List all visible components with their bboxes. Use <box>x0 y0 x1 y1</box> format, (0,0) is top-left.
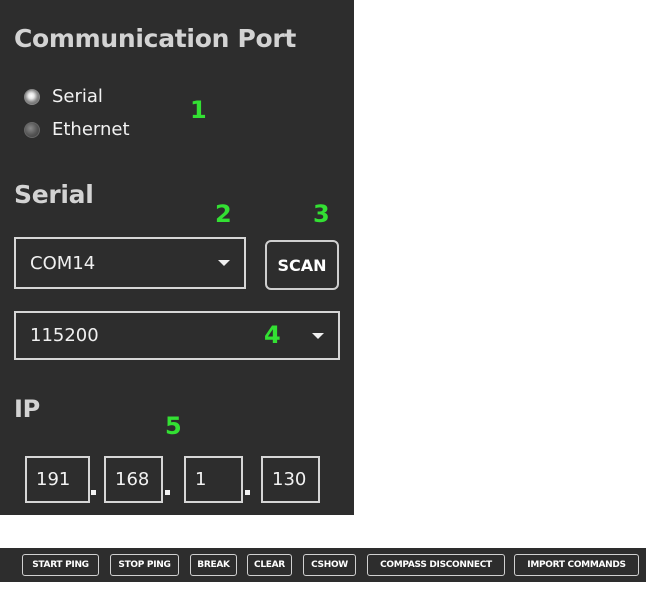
clear-button[interactable]: CLEAR <box>247 554 292 576</box>
ip-separator-dot <box>245 490 250 495</box>
ip-octet-1-input[interactable]: 191 <box>25 456 90 503</box>
compass-disconnect-button[interactable]: COMPASS DISCONNECT <box>367 554 505 576</box>
com-port-value: COM14 <box>30 252 96 274</box>
radio-checked-icon[interactable] <box>24 88 40 105</box>
radio-ethernet[interactable]: Ethernet <box>24 119 130 140</box>
radio-serial-label[interactable]: Serial <box>52 86 103 107</box>
marker-2: 2 <box>215 200 232 228</box>
radio-unchecked-icon[interactable] <box>24 121 40 138</box>
ip-octet-4-input[interactable]: 130 <box>261 456 320 503</box>
ip-octet-2-input[interactable]: 168 <box>104 456 163 503</box>
scan-button[interactable]: SCAN <box>265 240 339 290</box>
communication-port-heading: Communication Port <box>14 24 297 53</box>
com-port-select[interactable]: COM14 <box>14 237 246 289</box>
ip-separator-dot <box>91 490 96 495</box>
ip-separator-dot <box>165 490 170 495</box>
chevron-down-icon[interactable] <box>218 260 230 266</box>
serial-heading: Serial <box>14 180 94 209</box>
cshow-button[interactable]: CSHOW <box>303 554 356 576</box>
start-ping-button[interactable]: START PING <box>22 554 99 576</box>
marker-3: 3 <box>313 200 330 228</box>
break-button[interactable]: BREAK <box>190 554 237 576</box>
baud-rate-select[interactable]: 115200 <box>14 311 340 360</box>
stop-ping-button[interactable]: STOP PING <box>110 554 179 576</box>
radio-ethernet-label[interactable]: Ethernet <box>52 119 130 140</box>
radio-serial[interactable]: Serial <box>24 86 103 107</box>
chevron-down-icon[interactable] <box>312 332 324 339</box>
communication-panel: Communication Port Serial Ethernet 1 Ser… <box>0 0 354 515</box>
command-toolbar: START PING STOP PING BREAK CLEAR CSHOW C… <box>0 548 646 582</box>
ip-heading: IP <box>14 395 40 423</box>
marker-1: 1 <box>190 96 207 124</box>
import-commands-button[interactable]: IMPORT COMMANDS <box>514 554 639 576</box>
marker-4: 4 <box>264 321 281 349</box>
ip-octet-3-input[interactable]: 1 <box>184 456 243 503</box>
baud-rate-value: 115200 <box>30 325 99 346</box>
marker-5: 5 <box>165 412 182 440</box>
